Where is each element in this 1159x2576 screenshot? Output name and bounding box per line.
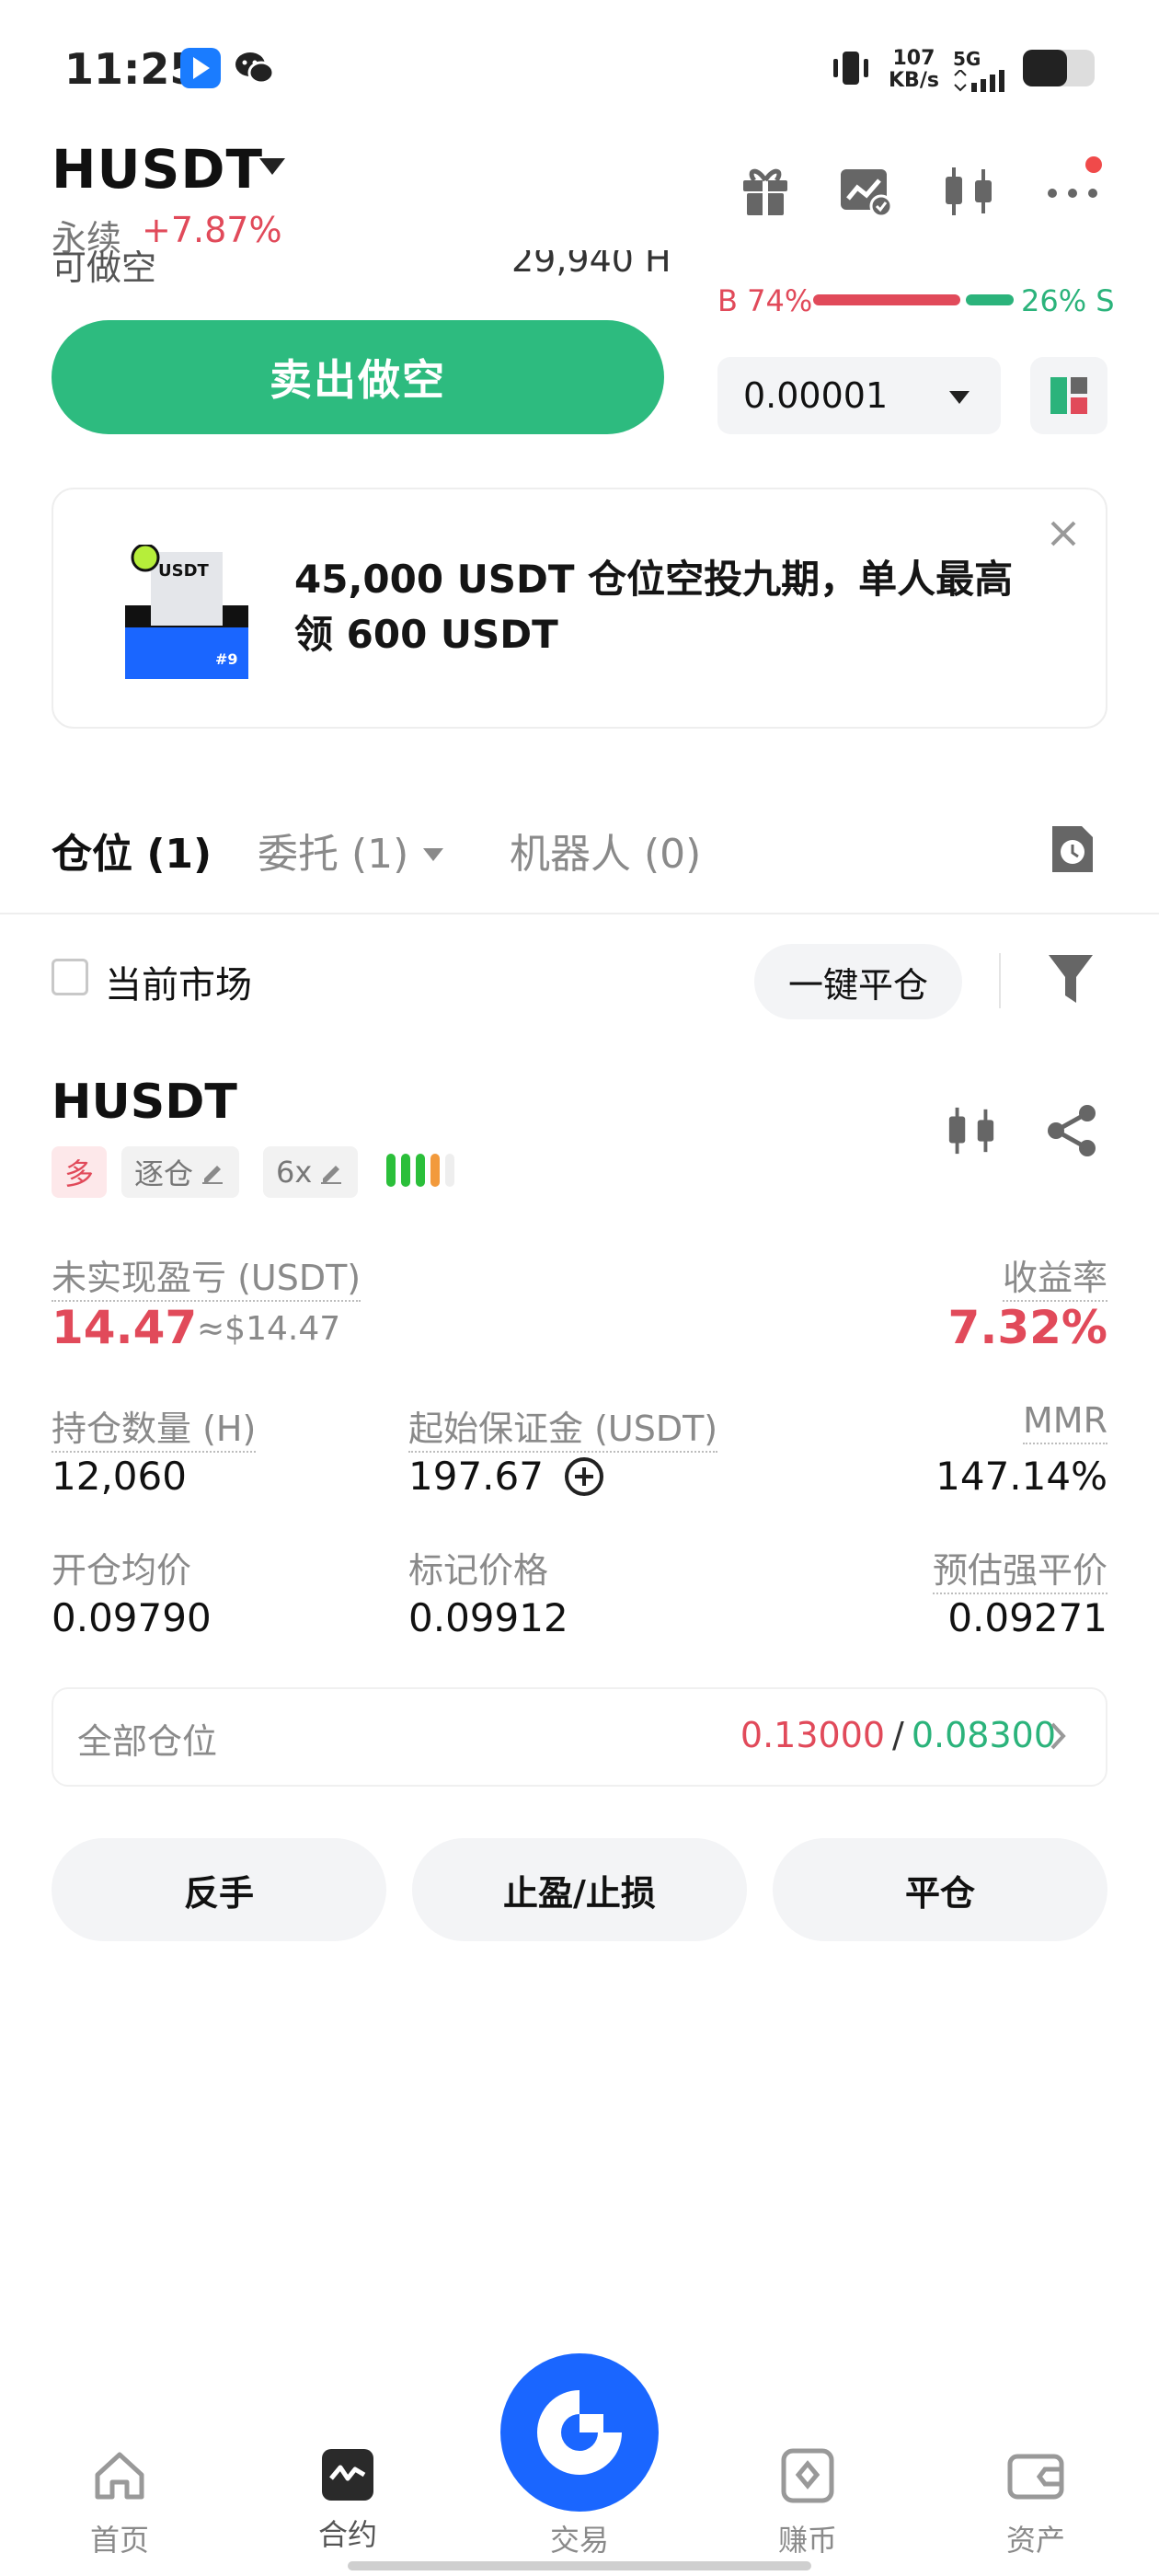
earn-icon[interactable]	[778, 2447, 837, 2504]
assets-icon[interactable]	[1006, 2451, 1065, 2502]
buy-ratio: B 74%	[717, 283, 813, 318]
unrealized-pnl-value: 14.47	[52, 1301, 198, 1354]
airdrop-illustration: USDT #9	[125, 543, 254, 686]
mmr-label: MMR	[1023, 1400, 1107, 1444]
close-icon[interactable]	[1047, 517, 1080, 554]
entry-price-label: 开仓均价	[52, 1550, 192, 1591]
chevron-down-icon	[949, 391, 970, 404]
tpsl-button[interactable]: 止盈/止损	[412, 1838, 747, 1941]
buy-ratio-bar	[813, 294, 960, 305]
chart-settings-icon[interactable]	[839, 166, 894, 221]
candlestick-icon[interactable]	[942, 164, 995, 223]
notification-dot	[1085, 156, 1102, 173]
shortable-value: 29,940 H	[511, 250, 671, 280]
filter-icon[interactable]	[1045, 951, 1096, 1010]
shortable-row: 可做空 29,940 H	[52, 250, 1107, 287]
shortable-label: 可做空	[52, 250, 157, 287]
tab-orders[interactable]: 委托 (1)	[258, 821, 408, 880]
close-all-button[interactable]: 一键平仓	[754, 944, 962, 1019]
edit-icon	[321, 1166, 342, 1184]
current-market-label: 当前市场	[105, 964, 252, 1006]
home-icon[interactable]	[90, 2447, 149, 2502]
side-tag: 多	[52, 1146, 108, 1198]
liq-price-label: 预估强平价	[932, 1542, 1107, 1594]
price-change: +7.87%	[142, 210, 282, 250]
nav-futures[interactable]: 合约	[283, 2512, 412, 2554]
mark-price-label: 标记价格	[408, 1550, 549, 1591]
network-speed: 107 KB/s	[889, 47, 939, 92]
add-margin-icon[interactable]	[563, 1455, 605, 1501]
wechat-icon	[234, 48, 275, 88]
size-value: 12,060	[52, 1454, 187, 1499]
battery-icon	[1023, 50, 1095, 86]
tpsl-separator: /	[892, 1715, 904, 1755]
candlestick-icon[interactable]	[946, 1104, 997, 1161]
status-time: 11:25	[64, 44, 200, 94]
nav-home[interactable]: 首页	[55, 2517, 184, 2559]
leverage-tag[interactable]: 6x	[263, 1146, 359, 1198]
tab-positions[interactable]: 仓位 (1)	[52, 821, 212, 880]
filter-divider	[999, 953, 1001, 1008]
chevron-down-icon[interactable]	[423, 848, 443, 861]
vibrate-icon	[828, 48, 874, 92]
mmr-value: 147.14%	[935, 1454, 1107, 1499]
banner-badge-text: USDT	[158, 561, 210, 581]
history-icon[interactable]	[1049, 822, 1096, 880]
tab-bots[interactable]: 机器人 (0)	[510, 821, 701, 880]
close-position-button[interactable]: 平仓	[773, 1838, 1107, 1941]
sell-ratio-bar	[966, 294, 1014, 305]
orderbook-layout-button[interactable]	[1030, 357, 1107, 434]
nav-assets[interactable]: 资产	[971, 2517, 1100, 2559]
tabs-divider	[0, 913, 1159, 914]
sell-ratio: 26% S	[1021, 283, 1115, 318]
banner-badge-number: #9	[215, 650, 238, 668]
chevron-right-icon	[1049, 1720, 1069, 1755]
trade-logo-icon	[537, 2390, 622, 2475]
unrealized-pnl-label: 未实现盈亏 (USDT)	[52, 1249, 361, 1302]
initial-margin-label: 起始保证金 (USDT)	[408, 1400, 718, 1453]
sl-price: 0.08300	[911, 1715, 1056, 1755]
nav-trade[interactable]: 交易	[515, 2517, 644, 2559]
sell-short-button[interactable]: 卖出做空	[52, 320, 664, 434]
home-indicator	[348, 2561, 811, 2570]
more-icon[interactable]	[1045, 180, 1102, 206]
current-market-checkbox[interactable]	[52, 959, 88, 995]
futures-icon[interactable]	[318, 2447, 377, 2502]
banner-text: 45,000 USDT 仓位空投九期，单人最高领 600 USDT	[294, 557, 1014, 657]
reverse-button[interactable]: 反手	[52, 1838, 386, 1941]
signal-icon: 5G	[953, 48, 1012, 96]
share-icon[interactable]	[1045, 1104, 1098, 1161]
tp-price: 0.13000	[740, 1715, 886, 1755]
trade-fab-button[interactable]	[500, 2353, 659, 2512]
size-label: 持仓数量 (H)	[52, 1400, 257, 1453]
roi-label: 收益率	[1002, 1249, 1107, 1302]
precision-value: 0.00001	[743, 375, 889, 416]
liq-price-value: 0.09271	[947, 1595, 1107, 1640]
initial-margin-value: 197.67	[408, 1454, 544, 1499]
gift-icon[interactable]	[740, 162, 791, 221]
risk-level-indicator	[386, 1154, 454, 1187]
roi-value: 7.32%	[947, 1301, 1107, 1354]
all-positions-label: 全部仓位	[77, 1721, 218, 1762]
app-notification-icon	[180, 48, 221, 88]
chevron-down-icon[interactable]	[259, 158, 285, 175]
margin-mode-tag[interactable]: 逐仓	[121, 1146, 240, 1198]
entry-price-value: 0.09790	[52, 1595, 212, 1640]
mark-price-value: 0.09912	[408, 1595, 568, 1640]
nav-earn[interactable]: 赚币	[743, 2517, 872, 2559]
position-symbol[interactable]: HUSDT	[52, 1075, 237, 1130]
tpsl-values: 0.13000 / 0.08300	[740, 1715, 1056, 1755]
symbol-title[interactable]: HUSDT	[52, 138, 263, 201]
unrealized-pnl-usd: ≈$14.47	[197, 1310, 341, 1348]
edit-icon	[202, 1166, 224, 1184]
